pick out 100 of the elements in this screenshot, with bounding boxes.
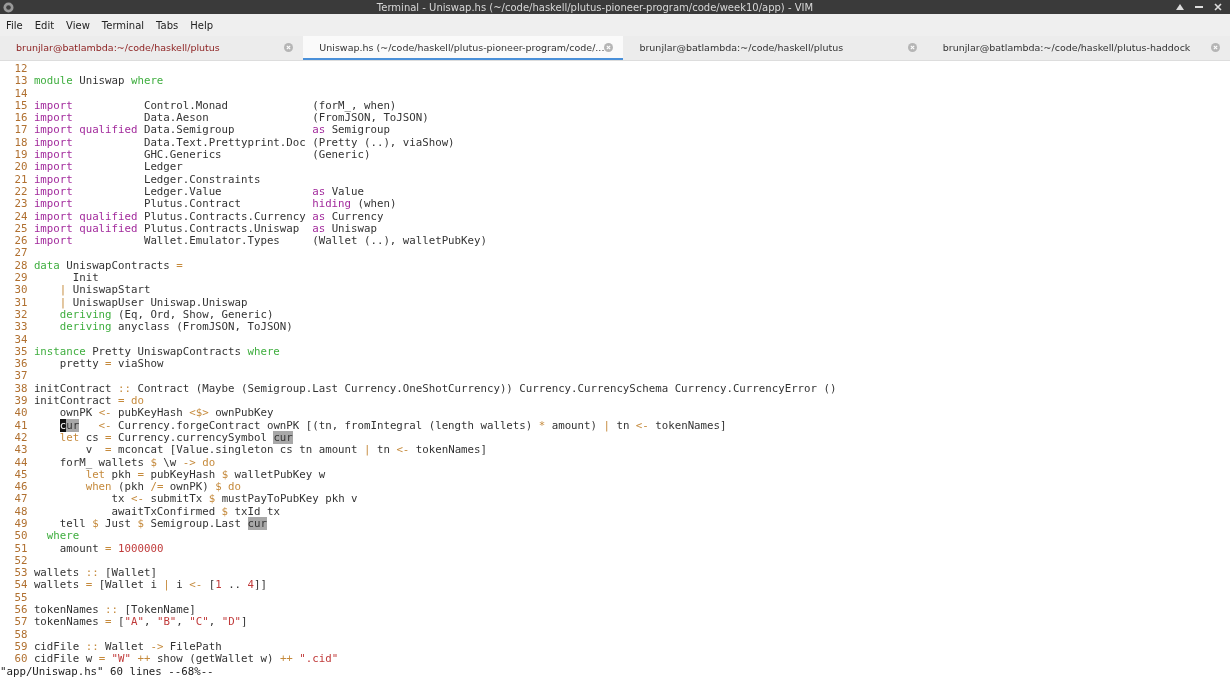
line-number: 19 [13,149,28,162]
code-line: cidFile w = "W" ++ show (getWallet w) ++ ".cid" [33,653,339,666]
line-number: 17 [13,124,28,137]
line-number: 21 [13,173,28,186]
line-number: 50 [13,530,28,543]
line-number: 57 [13,616,28,629]
line-number: 36 [13,358,28,371]
code-line: v = mconcat [Value.singleton cs tn amount | tn <- tokenNames] [84,444,487,457]
menu-item[interactable]: File [6,19,23,31]
line-number: 43 [13,444,28,457]
code-line: wallets :: [Wallet] [33,567,157,580]
menu-item[interactable]: Help [190,19,214,31]
code-line: | UniswapUser Uniswap.Uniswap [58,296,248,309]
menu-item[interactable]: Tabs [156,19,179,31]
code-line: import Ledger.Value as Value [33,185,364,199]
close-icon[interactable] [1214,3,1222,11]
line-number: 37 [13,370,28,383]
line-number: 24 [13,210,28,223]
menu-item[interactable]: Edit [34,19,55,31]
window-title: Terminal - Uniswap.hs (~/code/haskell/plutus-pioneer-program/code/week10/app) - VIM [375,1,815,13]
code-line: import Ledger.Constraints [33,173,261,186]
code-line: import Wallet.Emulator.Types (Wallet (..), walletPubKey) [33,235,487,248]
terminal-tab[interactable]: brunjlar@batlambda:~/code/haskell/plutus [0,36,304,60]
code-line: tokenNames = ["A", "B", "C", "D"] [33,616,248,629]
line-number: 30 [13,284,28,297]
code-line: tx <- submitTx $ mustPayToPubKey pkh v [110,493,358,506]
line-number: 55 [13,591,28,605]
line-number: 41 [13,419,28,432]
line-number: 58 [13,628,28,641]
code-line: import qualified Plutus.Contracts.Uniswap as Uniswap [33,222,377,236]
status-message: "app/Uniswap.hs" 60 lines --68%-- [0,665,215,678]
terminal-tab[interactable]: brunjlar@batlambda:~/code/haskell/plutus [623,36,927,60]
line-number: 46 [13,481,28,494]
code-line: | UniswapStart [58,284,151,297]
code-line: module Uniswap where [33,75,164,88]
line-number: 48 [13,505,28,518]
line-number: 35 [13,345,28,359]
maximize-icon[interactable] [1176,4,1184,10]
line-number: 23 [13,198,28,211]
code-line: import qualified Plutus.Contracts.Currency as Currency [33,210,384,223]
menu-item[interactable]: Terminal [101,19,145,31]
code-line: where [45,530,80,543]
line-number: 20 [13,161,28,174]
menu-item[interactable]: View [66,19,90,31]
code-line: import qualified Data.Semigroup as Semigroup [33,124,390,137]
code-line: initContract :: Contract (Maybe (Semigroup.Last Currency.OneShotCurrency)) Currency.CurrencySchema Currency.CurrencyError () [33,382,837,395]
code-line: let pkh = pubKeyHash $ walletPubKey w [85,468,326,482]
line-number: 34 [13,333,28,346]
code-line: import Control.Monad (forM_, when) [33,99,397,113]
code-line: import GHC.Generics (Generic) [33,149,371,162]
line-number: 45 [13,468,28,482]
line-number: 40 [13,407,28,420]
terminal-tab[interactable]: Uniswap.hs (~/code/haskell/plutus-pioneer-program/code/... [303,36,624,60]
code-line: cidFile :: Wallet -> FilePath [33,640,222,654]
line-number: 26 [13,235,28,248]
code-line: when (pkh /= ownPK) $ do [84,481,242,494]
line-number: 15 [13,99,28,113]
line-number: 28 [13,259,28,273]
code-line: cur <- Currency.forgeContract ownPK [(tn, fromIntegral (length wallets) * amount) | tn <- tokenNames] [58,419,727,432]
line-number: 38 [13,382,28,395]
line-number: 13 [13,75,28,88]
line-number: 44 [13,456,28,469]
code-line: instance Pretty UniswapContracts where [33,345,280,359]
code-line: data UniswapContracts = [33,259,183,273]
line-number: 59 [13,640,28,654]
line-number: 54 [13,579,28,592]
code-line: import Data.Text.Prettyprint.Doc (Pretty (..), viaShow) [33,136,455,150]
line-number: 27 [13,247,28,260]
line-number: 56 [13,604,28,617]
line-number: 60 [13,653,28,666]
code-line: tokenNames :: [TokenName] [33,604,196,617]
code-line: let cs = Currency.currencySymbol cur [58,431,293,445]
line-number: 29 [13,272,28,285]
code-line: ownPK <- pubKeyHash <$> ownPubKey [58,407,274,420]
line-number: 51 [13,542,28,555]
code-line: deriving anyclass (FromJSON, ToJSON) [58,321,293,334]
line-number: 53 [13,567,28,580]
line-number: 33 [13,321,28,334]
code-line: tell $ Just $ Semigroup.Last cur [58,518,267,531]
code-line: awaitTxConfirmed $ txId tx [110,505,280,518]
code-line: wallets = [Wallet i | i <- [1 .. 4]] [33,579,267,592]
line-number: 16 [13,112,28,125]
code-line: import Plutus.Contract hiding (when) [33,198,397,211]
line-number: 39 [13,395,28,408]
line-number: 32 [13,308,28,322]
line-number: 22 [13,185,28,199]
line-number: 18 [13,136,28,150]
terminal-tab[interactable]: brunjlar@batlambda:~/code/haskell/plutus-haddock [926,36,1230,60]
line-number: 14 [13,87,28,100]
code-line: import Ledger [33,161,183,174]
code-line: amount = 1000000 [58,542,164,555]
minimize-icon[interactable] [1195,6,1203,8]
code-line: initContract = do [33,395,144,408]
line-number: 52 [13,554,28,568]
line-number: 49 [13,518,28,531]
line-number: 31 [13,296,28,309]
line-number: 47 [13,493,28,506]
code-line: forM_ wallets $ \w -> do [58,456,216,469]
line-number: 42 [13,431,28,445]
code-line: Init [71,272,99,285]
